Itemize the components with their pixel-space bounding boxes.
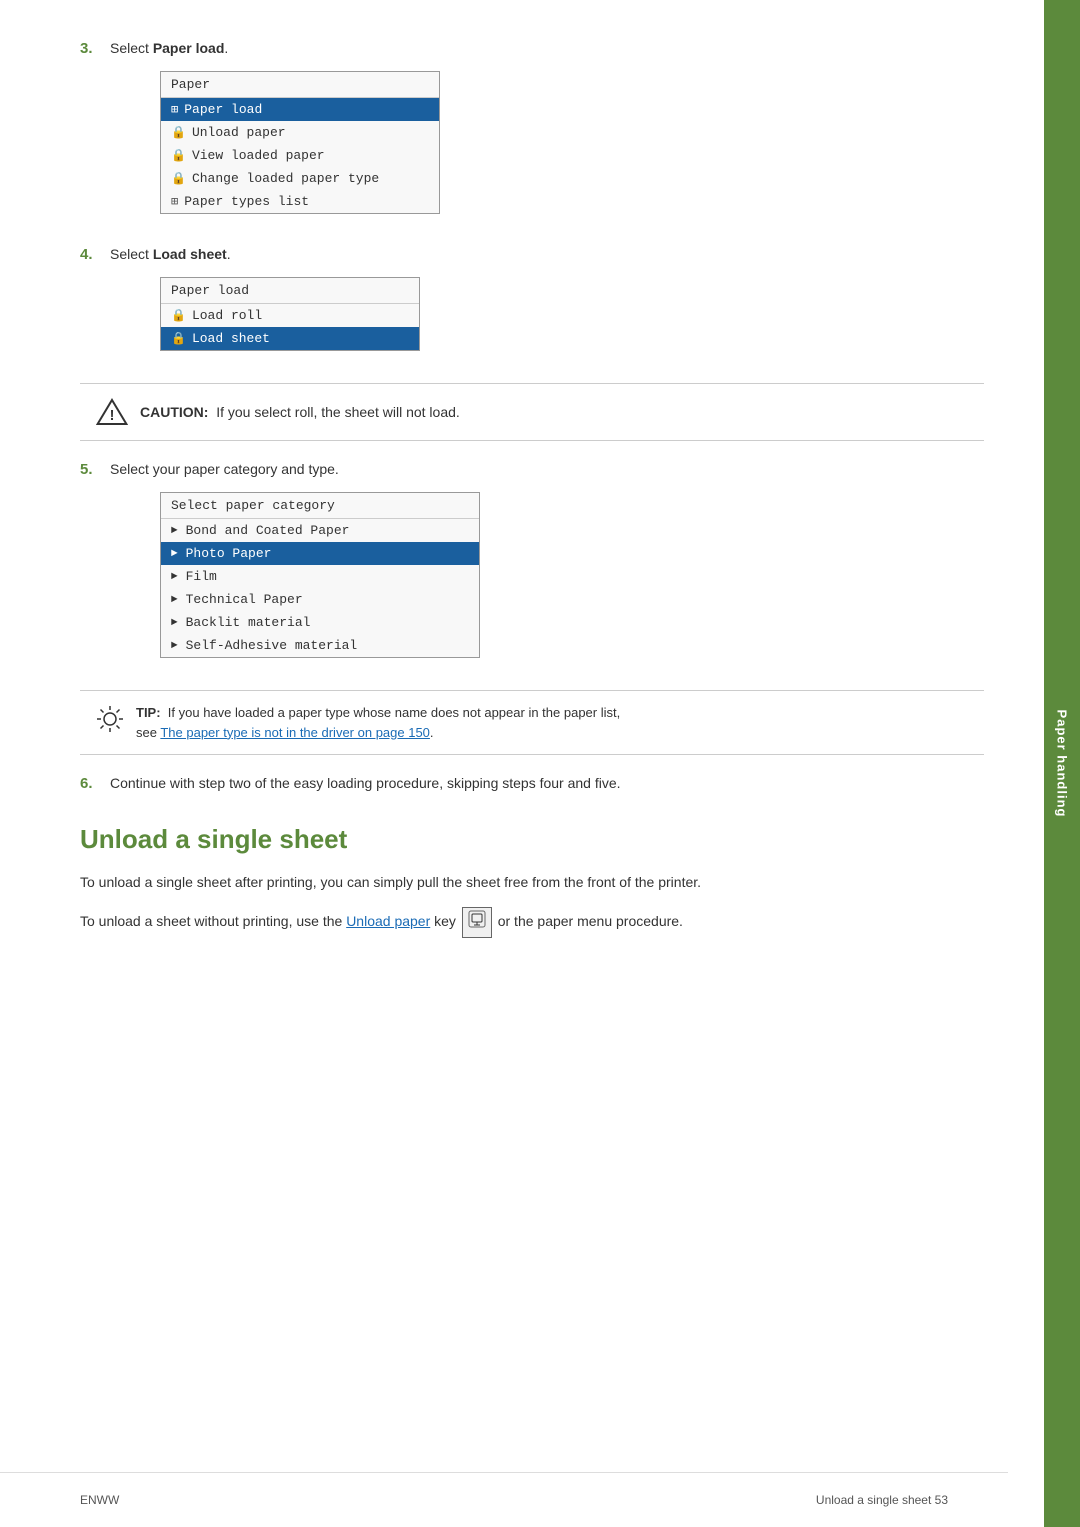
side-tab-paper-handling: Paper handling [1044,0,1080,1527]
menu-item-label-change: Change loaded paper type [192,171,379,186]
footer-left: ENWW [80,1493,119,1507]
arrow-icon-3: ► [171,571,178,583]
caution-box: ! CAUTION: If you select roll, the sheet… [80,383,984,441]
section-para2: To unload a sheet without printing, use … [80,907,984,937]
menu-item-paper-load[interactable]: ⊞ Paper load [161,98,439,121]
menu-item-label-unload: Unload paper [192,125,286,140]
lock-icon-5: 🔒 [171,331,186,346]
lock-icon-4: 🔒 [171,308,186,323]
arrow-icon-1: ► [171,525,178,537]
select-item-label-photo: Photo Paper [186,546,272,561]
select-item-label-adhesive: Self-Adhesive material [186,638,358,653]
select-item-photo[interactable]: ► Photo Paper [161,542,479,565]
menu-item-paper-types[interactable]: ⊞ Paper types list [161,190,439,213]
step-6-text: Continue with step two of the easy loadi… [110,775,621,791]
select-item-adhesive[interactable]: ► Self-Adhesive material [161,634,479,657]
select-item-bond[interactable]: ► Bond and Coated Paper [161,519,479,542]
step-3: 3. Select Paper load. Paper ⊞ Paper load… [80,40,984,214]
menu-item-label-types: Paper types list [184,194,309,209]
para2-before: To unload a sheet without printing, use … [80,913,346,929]
unload-key-icon-svg [468,910,486,928]
select-paper-category-menu: Select paper category ► Bond and Coated … [160,492,480,658]
select-item-label-film: Film [186,569,217,584]
step-5-number: 5. [80,461,110,478]
arrow-icon-4: ► [171,594,178,606]
paper-load-menu: Paper ⊞ Paper load 🔒 Unload paper 🔒 View… [160,71,440,214]
arrow-icon-5: ► [171,617,178,629]
select-item-film[interactable]: ► Film [161,565,479,588]
arrow-icon-2: ► [171,548,178,560]
select-menu-title: Select paper category [161,493,479,519]
tip-box: TIP: If you have loaded a paper type who… [80,690,984,755]
menu-item-label-roll: Load roll [192,308,262,323]
step-3-number: 3. [80,40,110,57]
tip-text-see: see [136,725,160,740]
menu-item-label-sheet: Load sheet [192,331,270,346]
menu-item-label-paper-load: Paper load [184,102,262,117]
menu-item-label-view: View loaded paper [192,148,325,163]
select-item-backlit[interactable]: ► Backlit material [161,611,479,634]
tip-text-before: If you have loaded a paper type whose na… [168,705,620,720]
lock-icon-2: 🔒 [171,148,186,163]
plus-icon-1: ⊞ [171,102,178,117]
page-footer: ENWW Unload a single sheet 53 [0,1472,1008,1527]
caution-text: CAUTION: If you select roll, the sheet w… [140,404,460,420]
step-4-number: 4. [80,246,110,263]
step-3-text: Select Paper load. [110,40,228,56]
tip-content: TIP: If you have loaded a paper type who… [136,703,620,742]
section-para1: To unload a single sheet after printing,… [80,871,984,893]
caution-message: If you select roll, the sheet will not l… [216,404,460,420]
tip-text-after: . [430,725,434,740]
step-4-bold: Load sheet [153,246,227,262]
tip-link[interactable]: The paper type is not in the driver on p… [160,725,430,740]
menu-item-load-roll[interactable]: 🔒 Load roll [161,304,419,327]
lock-icon-1: 🔒 [171,125,186,140]
unload-key-button [462,907,492,937]
step-5: 5. Select your paper category and type. … [80,461,984,658]
para2-middle: key [430,913,460,929]
caution-label: CAUTION: [140,404,208,420]
step-4: 4. Select Load sheet. Paper load 🔒 Load … [80,246,984,351]
select-item-label-backlit: Backlit material [186,615,311,630]
footer-right: Unload a single sheet 53 [816,1493,948,1507]
tip-label: TIP: [136,705,161,720]
step-5-text: Select your paper category and type. [110,461,339,477]
unload-paper-link[interactable]: Unload paper [346,913,430,929]
step-3-bold: Paper load [153,40,225,56]
menu-item-change-loaded[interactable]: 🔒 Change loaded paper type [161,167,439,190]
caution-triangle-icon: ! [96,396,128,428]
menu-item-unload-paper[interactable]: 🔒 Unload paper [161,121,439,144]
tip-sun-icon [96,705,124,733]
plus-icon-2: ⊞ [171,194,178,209]
menu-title-paper: Paper [161,72,439,98]
arrow-icon-6: ► [171,640,178,652]
load-sheet-menu: Paper load 🔒 Load roll 🔒 Load sheet [160,277,420,351]
menu-title-paper-load: Paper load [161,278,419,304]
unload-section: Unload a single sheet To unload a single… [80,824,984,938]
section-title: Unload a single sheet [80,824,984,855]
select-item-label-bond: Bond and Coated Paper [186,523,350,538]
lock-icon-3: 🔒 [171,171,186,186]
select-item-label-technical: Technical Paper [186,592,303,607]
step-6-number: 6. [80,775,110,792]
svg-text:!: ! [110,408,115,424]
select-item-technical[interactable]: ► Technical Paper [161,588,479,611]
step-4-text: Select Load sheet. [110,246,231,262]
side-tab-label: Paper handling [1055,710,1070,818]
para2-after: or the paper menu procedure. [498,913,683,929]
menu-item-view-loaded[interactable]: 🔒 View loaded paper [161,144,439,167]
menu-item-load-sheet[interactable]: 🔒 Load sheet [161,327,419,350]
step-6: 6. Continue with step two of the easy lo… [80,775,984,792]
